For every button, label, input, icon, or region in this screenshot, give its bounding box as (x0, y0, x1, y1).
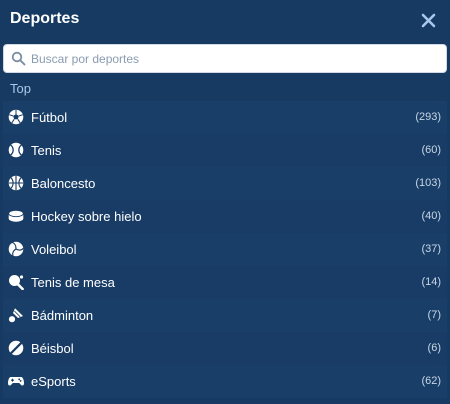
modal-header: Deportes (0, 0, 450, 42)
sport-row-tenis-de-mesa[interactable]: Tenis de mesa (14) (3, 266, 447, 299)
sport-row-badminton[interactable]: Bádminton (7) (3, 299, 447, 332)
sports-list: Fútbol (293) Tenis (60) Baloncesto (103)… (3, 101, 447, 398)
sport-row-baloncesto[interactable]: Baloncesto (103) (3, 167, 447, 200)
gamepad-icon (8, 377, 24, 386)
modal-title: Deportes (10, 10, 80, 27)
sport-row-tenis[interactable]: Tenis (60) (3, 134, 447, 167)
sport-count: (103) (415, 177, 441, 189)
tennis-ball-icon (8, 142, 24, 158)
sport-name: Béisbol (31, 341, 74, 356)
sport-row-beisbol[interactable]: Béisbol (6) (3, 332, 447, 365)
sport-count: (60) (421, 144, 441, 156)
search-box[interactable] (3, 44, 447, 73)
sport-count: (14) (421, 276, 441, 288)
shuttlecock-icon (8, 308, 23, 323)
hockey-puck-icon (8, 209, 24, 222)
sport-count: (62) (421, 375, 441, 387)
sport-name: Tenis de mesa (31, 275, 115, 290)
baseball-icon (8, 340, 24, 356)
soccer-ball-icon (8, 109, 24, 125)
sport-row-futbol[interactable]: Fútbol (293) (3, 101, 447, 134)
sport-row-voleibol[interactable]: Voleibol (37) (3, 233, 447, 266)
sport-name: Voleibol (31, 242, 77, 257)
sport-name: Tenis (31, 143, 62, 158)
table-tennis-icon (9, 275, 24, 290)
close-icon[interactable] (420, 12, 437, 29)
sport-count: (293) (415, 111, 441, 123)
sport-name: Hockey sobre hielo (31, 209, 142, 224)
sport-count: (40) (421, 210, 441, 222)
sport-count: (7) (427, 309, 441, 321)
sport-row-esports[interactable]: eSports (62) (3, 365, 447, 398)
basketball-icon (8, 175, 24, 191)
sport-name: Bádminton (31, 308, 94, 323)
search-input[interactable] (31, 48, 431, 70)
section-label-top: Top (10, 81, 31, 96)
sport-row-hockey-sobre-hielo[interactable]: Hockey sobre hielo (40) (3, 200, 447, 233)
sport-count: (6) (427, 342, 441, 354)
sport-name: Baloncesto (31, 176, 96, 191)
search-icon (11, 51, 26, 66)
sport-count: (37) (421, 243, 441, 255)
volleyball-icon (8, 241, 24, 257)
sport-name: eSports (31, 374, 76, 389)
sport-name: Fútbol (31, 110, 68, 125)
